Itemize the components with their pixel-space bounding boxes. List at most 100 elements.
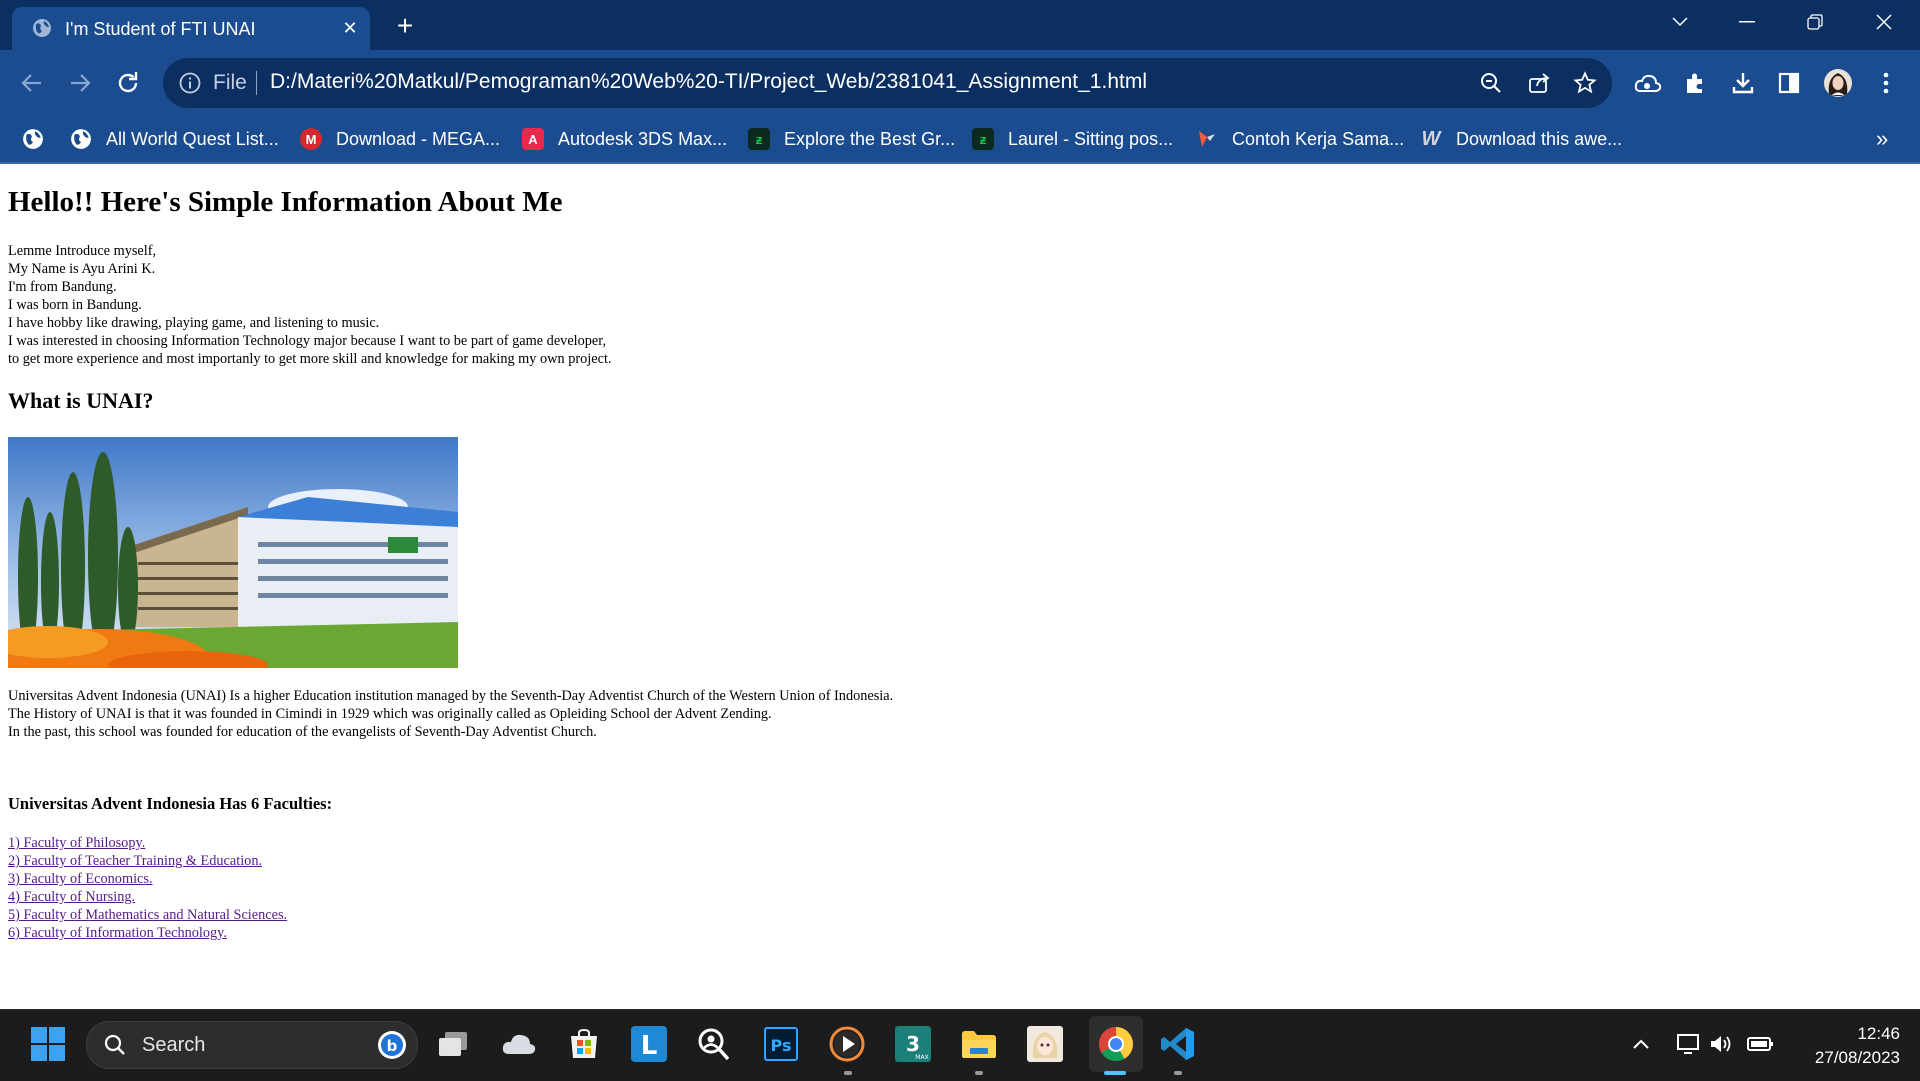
profile-avatar[interactable] xyxy=(1822,67,1854,99)
share-icon[interactable] xyxy=(1525,69,1553,97)
app-search-person-icon[interactable] xyxy=(693,1023,735,1065)
bookmark-label: Download - MEGA... xyxy=(336,128,501,149)
globe-icon xyxy=(70,128,92,150)
info-icon[interactable] xyxy=(178,71,202,95)
running-indicator xyxy=(844,1071,852,1075)
taskbar-clock[interactable]: 12:46 27/08/2023 xyxy=(1790,1022,1900,1070)
windows-start-icon[interactable] xyxy=(27,1023,69,1065)
bookmark-label: Contoh Kerja Sama... xyxy=(1232,128,1405,149)
side-panel-icon[interactable] xyxy=(1773,67,1805,99)
forward-button[interactable] xyxy=(62,65,98,101)
about-unai-paragraph: Universitas Advent Indonesia (UNAI) Is a… xyxy=(8,687,893,741)
bookmark-label: Autodesk 3DS Max... xyxy=(558,128,728,149)
battery-icon[interactable] xyxy=(1739,1023,1781,1065)
bookmark-label: Laurel - Sitting pos... xyxy=(1008,128,1174,149)
faculties-list: 1) Faculty of Philosopy. 2) Faculty of T… xyxy=(8,834,287,942)
bookmark-item[interactable]: A Autodesk 3DS Max... xyxy=(522,125,727,153)
address-scheme-label: File xyxy=(213,71,247,94)
intro-paragraph: Lemme Introduce myself, My Name is Ayu A… xyxy=(8,242,612,368)
browser-toolbar: File D:/Materi%20Matkul/Pemograman%20Web… xyxy=(0,50,1920,116)
bookmark-star-icon[interactable] xyxy=(1571,69,1599,97)
chrome-taskbar-button[interactable] xyxy=(1089,1016,1143,1072)
intro-line: I was interested in choosing Information… xyxy=(8,333,607,349)
bookmark-item[interactable]: All World Quest List... xyxy=(70,125,279,153)
bookmark-item[interactable]: M Download - MEGA... xyxy=(300,125,500,153)
close-window-button[interactable] xyxy=(1854,0,1914,44)
faculty-link[interactable]: 6) Faculty of Information Technology. xyxy=(8,924,287,942)
intro-line: I was born in Bandung. xyxy=(8,297,142,313)
about-line: In the past, this school was founded for… xyxy=(8,724,597,740)
more-menu-icon[interactable] xyxy=(1870,67,1902,99)
back-button[interactable] xyxy=(14,65,50,101)
globe-icon xyxy=(22,128,44,150)
intro-line: to get more experience and most importan… xyxy=(8,351,612,367)
task-view-icon[interactable] xyxy=(432,1023,474,1065)
widgets-weather-icon[interactable] xyxy=(498,1023,540,1065)
intro-line: Lemme Introduce myself, xyxy=(8,243,157,259)
new-tab-button[interactable]: + xyxy=(390,12,420,42)
extensions-puzzle-icon[interactable] xyxy=(1679,67,1711,99)
bookmark-item[interactable]: Contoh Kerja Sama... xyxy=(1196,125,1404,153)
pinwheel-icon xyxy=(1196,128,1218,150)
about-line: The History of UNAI is that it was found… xyxy=(8,706,772,722)
3ds-max-icon[interactable]: 3 MAX xyxy=(892,1023,934,1065)
tab-active[interactable]: I'm Student of FTI UNAI ✕ xyxy=(12,7,370,50)
faculty-link[interactable]: 1) Faculty of Philosopy. xyxy=(8,834,287,852)
show-hidden-icons-chevron-icon[interactable] xyxy=(1620,1023,1662,1065)
bookmarks-overflow-button[interactable]: » xyxy=(1876,126,1888,152)
svg-text:Ps: Ps xyxy=(771,1036,792,1055)
taskbar-search-box[interactable]: Search b xyxy=(86,1021,418,1069)
tab-title: I'm Student of FTI UNAI xyxy=(65,19,256,39)
anime-app-icon[interactable] xyxy=(1024,1023,1066,1065)
bookmark-item[interactable]: W Download this awe... xyxy=(1420,125,1623,153)
intro-line: I'm from Bandung. xyxy=(8,279,117,295)
bookmark-label: Explore the Best Gr... xyxy=(784,128,956,149)
active-indicator xyxy=(1104,1071,1126,1075)
address-url[interactable]: D:/Materi%20Matkul/Pemograman%20Web%20-T… xyxy=(270,70,1147,94)
clock-time: 12:46 xyxy=(1857,1024,1900,1043)
volume-icon[interactable] xyxy=(1700,1023,1742,1065)
clock-date: 27/08/2023 xyxy=(1814,1048,1900,1067)
extension-cloud-icon[interactable] xyxy=(1632,67,1664,99)
faculty-link[interactable]: 4) Faculty of Nursing. xyxy=(8,888,287,906)
microsoft-store-icon[interactable] xyxy=(563,1023,605,1065)
tab-close-icon[interactable]: ✕ xyxy=(338,16,362,40)
faculty-link[interactable]: 2) Faculty of Teacher Training & Educati… xyxy=(8,852,287,870)
file-explorer-icon[interactable] xyxy=(958,1023,1000,1065)
svg-text:L: L xyxy=(641,1031,658,1061)
restore-button[interactable] xyxy=(1785,0,1845,44)
chrome-icon xyxy=(1099,1027,1133,1061)
browser-titlebar: I'm Student of FTI UNAI ✕ + xyxy=(0,0,1920,50)
address-separator xyxy=(256,71,257,95)
page-content: Hello!! Here's Simple Information About … xyxy=(0,164,1920,1009)
intro-line: I have hobby like drawing, playing game,… xyxy=(8,315,380,331)
downloads-icon[interactable] xyxy=(1727,67,1759,99)
app-l-icon[interactable]: L xyxy=(628,1023,670,1065)
reload-button[interactable] xyxy=(110,65,146,101)
faculty-link[interactable]: 3) Faculty of Economics. xyxy=(8,870,287,888)
minimize-button[interactable] xyxy=(1717,0,1777,44)
globe-icon xyxy=(33,19,51,37)
bing-icon[interactable]: b xyxy=(377,1030,407,1060)
bookmark-item[interactable]: ƶ Laurel - Sitting pos... xyxy=(972,125,1173,153)
search-icon xyxy=(104,1034,125,1055)
zoom-icon[interactable] xyxy=(1477,69,1505,97)
vscode-icon[interactable] xyxy=(1157,1023,1199,1065)
photoshop-icon[interactable]: Ps xyxy=(760,1023,802,1065)
running-indicator xyxy=(975,1071,983,1075)
section-heading-unai: What is UNAI? xyxy=(8,388,154,413)
svg-text:MAX: MAX xyxy=(915,1054,928,1061)
bookmark-label: All World Quest List... xyxy=(106,128,279,149)
tab-search-chevron-icon[interactable] xyxy=(1650,0,1710,44)
mega-icon: M xyxy=(300,128,322,150)
bookmark-item[interactable]: ƶ Explore the Best Gr... xyxy=(748,125,955,153)
bookmark-apps[interactable] xyxy=(22,125,58,153)
faculty-link[interactable]: 5) Faculty of Mathematics and Natural Sc… xyxy=(8,906,287,924)
bookmarks-bar: All World Quest List... M Download - MEG… xyxy=(0,116,1920,164)
page-heading: Hello!! Here's Simple Information About … xyxy=(8,186,563,218)
media-player-icon[interactable] xyxy=(826,1023,868,1065)
address-bar[interactable]: File D:/Materi%20Matkul/Pemograman%20Web… xyxy=(163,58,1612,108)
intro-line: My Name is Ayu Arini K. xyxy=(8,261,156,277)
svg-text:b: b xyxy=(387,1037,398,1055)
taskbar: Search b L Ps 3 MAX 12:46 27/08/2023 xyxy=(0,1009,1920,1081)
